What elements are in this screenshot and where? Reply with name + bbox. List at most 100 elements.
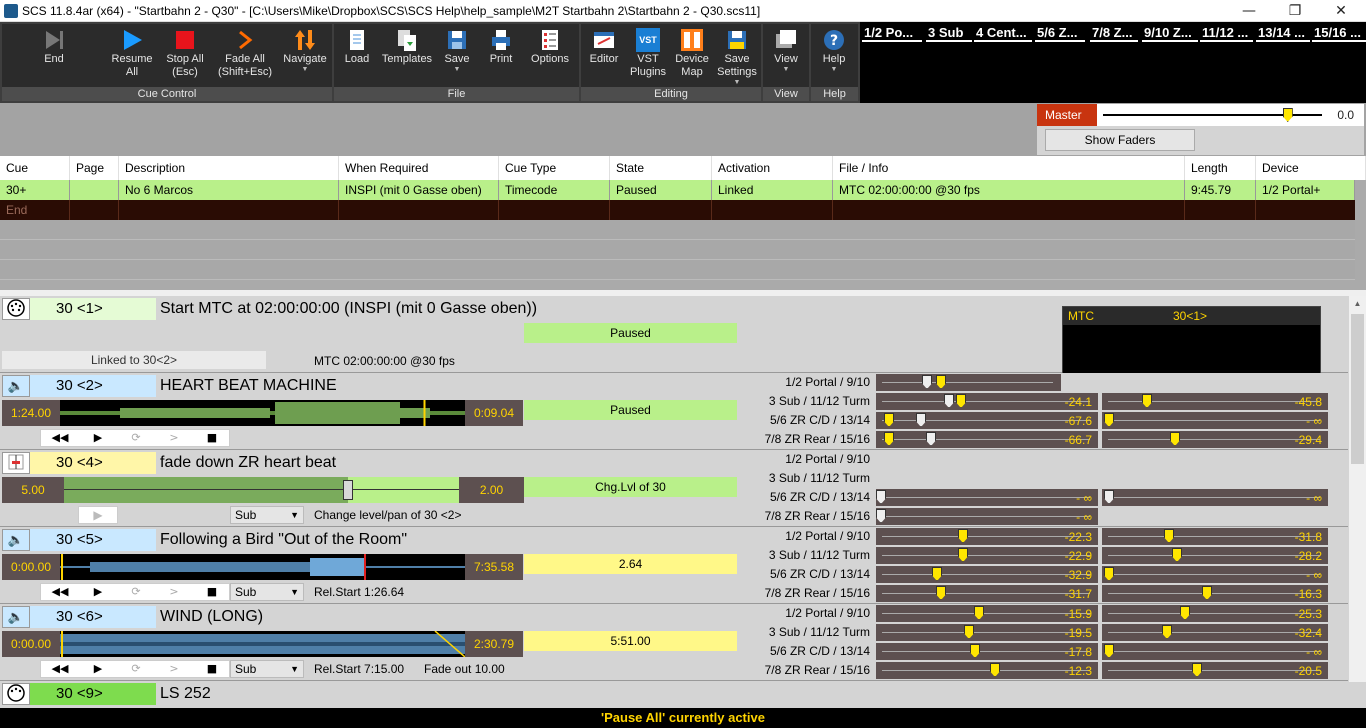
level-fader[interactable]: -19.5 xyxy=(876,624,1098,641)
fade-all-label-2: (Shift+Esc) xyxy=(217,66,273,78)
scrollbar-thumb[interactable] xyxy=(1351,314,1364,464)
level-fader[interactable]: -22.9 xyxy=(876,547,1098,564)
device-tab[interactable]: 7/8 Z... xyxy=(1090,24,1138,42)
forward-button[interactable]: > xyxy=(155,430,193,446)
column-header[interactable]: Cue Type xyxy=(499,156,610,180)
level-slider[interactable] xyxy=(64,477,459,503)
table-row-empty xyxy=(0,240,1355,260)
pan-fader[interactable]: - ∞ xyxy=(1102,566,1328,583)
pan-fader[interactable]: - ∞ xyxy=(1102,643,1328,660)
device-tab[interactable]: 1/2 Po... xyxy=(862,24,922,42)
fade-all-button[interactable]: Fade All (Shift+Esc) xyxy=(212,24,278,86)
table-row-end[interactable]: End xyxy=(0,200,1355,220)
pan-fader[interactable]: -16.3 xyxy=(1102,585,1328,602)
forward-button[interactable]: > xyxy=(155,661,193,677)
column-header[interactable]: Activation xyxy=(712,156,833,180)
level-fader[interactable]: -31.7 xyxy=(876,585,1098,602)
table-row[interactable]: 30+ No 6 Marcos INSPI (mit 0 Gasse oben)… xyxy=(0,180,1355,200)
level-fader[interactable]: -66.7 xyxy=(876,431,1098,448)
level-fader[interactable]: -67.6 xyxy=(876,412,1098,429)
level-fader[interactable]: -24.1 xyxy=(876,393,1098,410)
level-fader[interactable]: -32.9 xyxy=(876,566,1098,583)
rewind-button[interactable]: ◀◀ xyxy=(41,661,79,677)
scroll-up-icon[interactable]: ▲ xyxy=(1349,296,1366,312)
sub-select[interactable]: Sub xyxy=(230,660,304,678)
level-slider-thumb[interactable] xyxy=(343,480,354,500)
vst-plugins-button[interactable]: VST VST Plugins xyxy=(627,24,669,86)
column-header[interactable]: When Required xyxy=(339,156,499,180)
column-header[interactable]: Cue xyxy=(0,156,70,180)
pan-fader[interactable]: - ∞ xyxy=(1102,489,1328,506)
device-tab[interactable]: 9/10 Z... xyxy=(1142,24,1198,42)
file-group-label: File xyxy=(334,87,579,101)
editor-button[interactable]: Editor xyxy=(583,24,625,86)
level-fader[interactable] xyxy=(876,374,1061,391)
device-tab[interactable]: 4 Cent... xyxy=(974,24,1032,42)
play-button[interactable]: ▶ xyxy=(78,506,118,524)
pan-fader[interactable]: -25.3 xyxy=(1102,605,1328,622)
print-button[interactable]: Print xyxy=(480,24,522,86)
column-header[interactable]: Device xyxy=(1256,156,1366,180)
waveform[interactable] xyxy=(60,554,465,580)
column-header[interactable]: Description xyxy=(119,156,339,180)
forward-button[interactable]: > xyxy=(155,584,193,600)
templates-button[interactable]: Templates xyxy=(380,24,434,86)
minimize-button[interactable]: — xyxy=(1226,0,1272,22)
rewind-button[interactable]: ◀◀ xyxy=(41,584,79,600)
save-settings-button[interactable]: Save Settings ▼ xyxy=(715,24,759,86)
level-fader[interactable]: - ∞ xyxy=(876,508,1098,525)
pan-fader[interactable]: -32.4 xyxy=(1102,624,1328,641)
device-tab[interactable]: 13/14 ... xyxy=(1256,24,1310,42)
pan-fader[interactable]: -31.8 xyxy=(1102,528,1328,545)
device-tab[interactable]: 11/12 ... xyxy=(1200,24,1253,42)
sub-select[interactable]: Sub xyxy=(230,506,304,524)
play-button[interactable]: ▶ xyxy=(79,661,117,677)
restore-button[interactable]: ❐ xyxy=(1272,0,1318,22)
navigate-button[interactable]: Navigate ▼ xyxy=(280,24,330,86)
pan-fader[interactable]: -29.4 xyxy=(1102,431,1328,448)
master-fader-thumb[interactable] xyxy=(1282,108,1293,122)
options-button[interactable]: Options xyxy=(524,24,576,86)
stop-button[interactable]: ■ xyxy=(193,661,231,677)
column-header[interactable]: Length xyxy=(1185,156,1256,180)
cue-description: Start MTC at 02:00:00:00 (INSPI (mit 0 G… xyxy=(160,300,538,317)
device-tab[interactable]: 5/6 Z... xyxy=(1035,24,1085,42)
stop-button[interactable]: ■ xyxy=(193,430,231,446)
device-tab[interactable]: 15/16 ... xyxy=(1312,24,1366,42)
level-fader[interactable]: -12.3 xyxy=(876,662,1098,679)
help-button[interactable]: ? Help ▼ xyxy=(813,24,855,86)
end-button[interactable]: End xyxy=(6,24,102,86)
show-faders-button[interactable]: Show Faders xyxy=(1045,129,1195,151)
level-fader[interactable]: -22.3 xyxy=(876,528,1098,545)
stop-all-button[interactable]: Stop All (Esc) xyxy=(160,24,210,86)
view-button[interactable]: View ▼ xyxy=(765,24,807,86)
save-button[interactable]: Save ▼ xyxy=(436,24,478,86)
master-fader[interactable]: 0.0 xyxy=(1097,104,1364,126)
level-fader[interactable]: -15.9 xyxy=(876,605,1098,622)
waveform[interactable] xyxy=(60,400,465,426)
loop-button[interactable]: ⟳ xyxy=(117,430,155,446)
pan-fader[interactable]: -45.8 xyxy=(1102,393,1328,410)
loop-button[interactable]: ⟳ xyxy=(117,661,155,677)
pan-fader[interactable]: - ∞ xyxy=(1102,412,1328,429)
rewind-button[interactable]: ◀◀ xyxy=(41,430,79,446)
play-button[interactable]: ▶ xyxy=(79,584,117,600)
level-fader[interactable]: -17.8 xyxy=(876,643,1098,660)
stop-button[interactable]: ■ xyxy=(193,584,231,600)
load-button[interactable]: Load xyxy=(336,24,378,86)
play-button[interactable]: ▶ xyxy=(79,430,117,446)
column-header[interactable]: State xyxy=(610,156,712,180)
column-header[interactable]: File / Info xyxy=(833,156,1185,180)
device-tab[interactable]: 3 Sub xyxy=(926,24,972,42)
pan-fader[interactable]: -20.5 xyxy=(1102,662,1328,679)
close-button[interactable]: ✕ xyxy=(1318,0,1364,22)
device-map-button[interactable]: Device Map xyxy=(671,24,713,86)
sub-select[interactable]: Sub xyxy=(230,583,304,601)
waveform[interactable] xyxy=(60,631,465,657)
column-header[interactable]: Page xyxy=(70,156,119,180)
resume-all-button[interactable]: Resume All xyxy=(106,24,158,86)
level-fader[interactable]: - ∞ xyxy=(876,489,1098,506)
pan-fader[interactable]: -28.2 xyxy=(1102,547,1328,564)
loop-button[interactable]: ⟳ xyxy=(117,584,155,600)
vertical-scrollbar[interactable]: ▲ xyxy=(1349,296,1366,682)
